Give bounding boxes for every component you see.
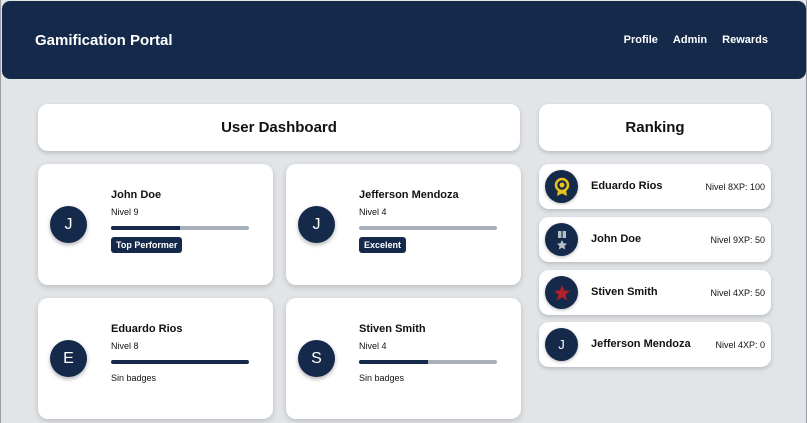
rank-level-xp: Nivel 4XP: 50	[710, 288, 765, 298]
ranking-item: Eduardo Rios Nivel 8XP: 100	[539, 164, 771, 209]
red-star-icon	[553, 284, 570, 300]
rank-name: Jefferson Mendoza	[591, 338, 691, 350]
rank-name: Eduardo Rios	[591, 180, 663, 192]
user-name: John Doe	[111, 189, 162, 201]
user-level: Nivel 4	[359, 207, 387, 217]
progress-bar	[359, 360, 497, 364]
silver-medal-icon	[556, 230, 567, 249]
nav-rewards-link[interactable]: Rewards	[722, 34, 768, 46]
no-badges-text: Sin badges	[111, 373, 157, 383]
app-window: Gamification Portal Profile Admin Reward…	[0, 0, 807, 423]
progress-fill	[111, 360, 249, 364]
user-level: Nivel 9	[111, 207, 139, 217]
user-card: J Jefferson Mendoza Nivel 4 Excelent	[286, 164, 521, 285]
rank-avatar	[545, 223, 578, 256]
progress-fill	[111, 226, 180, 230]
user-level: Nivel 4	[359, 341, 387, 351]
ranking-item: J Jefferson Mendoza Nivel 4XP: 0	[539, 322, 771, 367]
user-card: S Stiven Smith Nivel 4 Sin badges	[286, 298, 521, 419]
user-name: Eduardo Rios	[111, 323, 183, 335]
rank-name: Stiven Smith	[591, 286, 658, 298]
ranking-title: Ranking	[539, 104, 771, 151]
progress-bar	[111, 360, 249, 364]
rank-level-xp: Nivel 4XP: 0	[715, 340, 765, 350]
progress-fill	[359, 360, 428, 364]
nav-admin-link[interactable]: Admin	[673, 34, 707, 46]
badge-label: Top Performer	[111, 237, 183, 253]
user-name: Jefferson Mendoza	[359, 189, 459, 201]
nav-links: Profile Admin Rewards	[624, 34, 768, 46]
rank-avatar	[545, 276, 578, 309]
user-card: E Eduardo Rios Nivel 8 Sin badges	[38, 298, 273, 419]
user-name: Stiven Smith	[359, 323, 426, 335]
user-card: J John Doe Nivel 9 Top Performer	[38, 164, 273, 285]
avatar: J	[50, 206, 87, 243]
gold-medal-icon	[554, 177, 569, 196]
progress-bar	[111, 226, 249, 230]
rank-level-xp: Nivel 9XP: 50	[710, 235, 765, 245]
ranking-item: Stiven Smith Nivel 4XP: 50	[539, 270, 771, 315]
user-level: Nivel 8	[111, 341, 139, 351]
nav-profile-link[interactable]: Profile	[624, 34, 658, 46]
no-badges-text: Sin badges	[359, 373, 405, 383]
rank-level-xp: Nivel 8XP: 100	[705, 182, 765, 192]
rank-name: John Doe	[591, 233, 642, 245]
rank-avatar	[545, 170, 578, 203]
rank-avatar: J	[545, 328, 578, 361]
avatar: J	[298, 206, 335, 243]
top-navbar: Gamification Portal Profile Admin Reward…	[2, 1, 806, 79]
avatar: E	[50, 340, 87, 377]
progress-bar	[359, 226, 497, 230]
ranking-item: John Doe Nivel 9XP: 50	[539, 217, 771, 262]
avatar: S	[298, 340, 335, 377]
user-dashboard-title: User Dashboard	[38, 104, 520, 151]
badge-label: Excelent	[359, 237, 407, 253]
brand-title[interactable]: Gamification Portal	[35, 32, 173, 49]
